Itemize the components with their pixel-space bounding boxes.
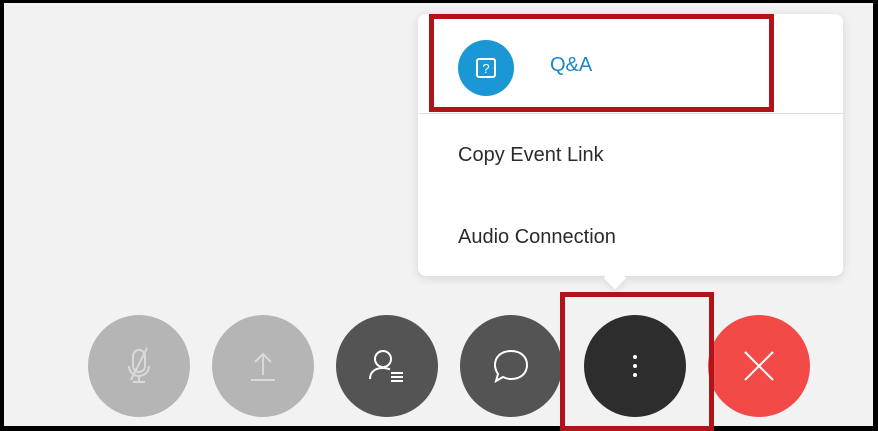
more-vertical-icon	[633, 355, 637, 377]
menu-item-qa-label: Q&A	[550, 54, 593, 76]
chat-bubble-icon	[493, 349, 529, 384]
participants-icon	[369, 350, 403, 382]
menu-item-audio-connection[interactable]: Audio Connection	[418, 208, 843, 268]
svg-text:?: ?	[482, 61, 489, 76]
question-icon: ?	[476, 58, 496, 78]
close-icon	[744, 351, 774, 381]
upload-icon	[251, 352, 275, 381]
mute-button[interactable]	[88, 315, 190, 417]
microphone-muted-icon	[128, 347, 150, 383]
more-options-button[interactable]	[584, 315, 686, 417]
menu-item-copy-event-link-label: Copy Event Link	[458, 144, 604, 166]
menu-item-copy-event-link[interactable]: Copy Event Link	[418, 126, 843, 186]
qa-icon-circle: ?	[458, 40, 514, 96]
end-meeting-button[interactable]	[708, 315, 810, 417]
menu-item-audio-connection-label: Audio Connection	[458, 226, 616, 248]
more-options-menu: ? Q&A Copy Event Link Audio Connection	[418, 14, 843, 276]
share-button[interactable]	[212, 315, 314, 417]
chat-button[interactable]	[460, 315, 562, 417]
participants-button[interactable]	[336, 315, 438, 417]
menu-item-qa[interactable]: ? Q&A	[418, 14, 843, 114]
